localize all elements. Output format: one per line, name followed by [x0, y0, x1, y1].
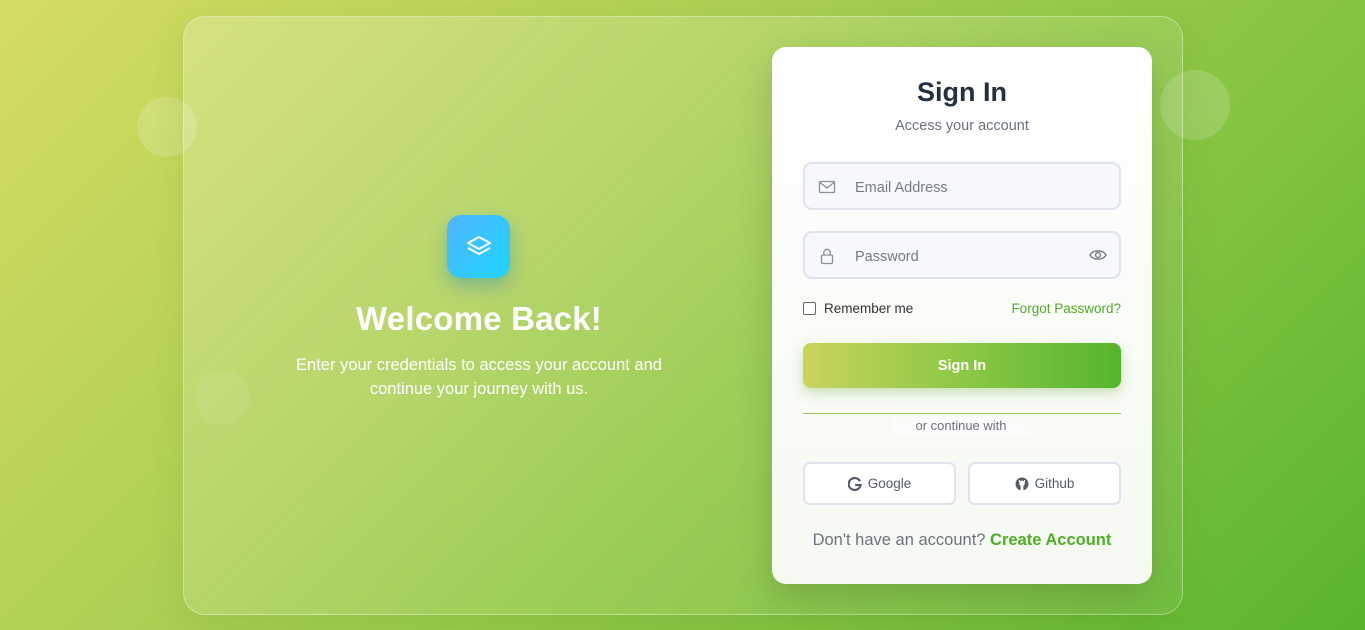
remember-me-label: Remember me — [824, 301, 914, 316]
divider-text: or continue with — [891, 417, 1031, 436]
create-account-link[interactable]: Create Account — [990, 531, 1111, 549]
signup-prompt: Don't have an account? Create Account — [772, 531, 1152, 550]
google-label: Google — [867, 476, 912, 491]
sign-in-title: Sign In — [917, 77, 1007, 107]
lock-icon — [820, 248, 834, 265]
welcome-section: Welcome Back! Enter your credentials to … — [184, 17, 774, 614]
github-button[interactable]: Github — [968, 462, 1121, 505]
github-icon — [1015, 477, 1029, 490]
remember-me-checkbox[interactable]: Remember me — [803, 301, 913, 316]
sign-in-card: Sign In Access your account Remember me — [772, 47, 1152, 584]
checkbox-box[interactable] — [803, 302, 816, 315]
github-label: Github — [1034, 476, 1075, 491]
email-input[interactable] — [855, 164, 1075, 208]
password-field-wrapper — [803, 231, 1121, 279]
password-input[interactable] — [855, 233, 1075, 277]
divider-line — [803, 413, 1121, 414]
show-password-icon[interactable] — [1089, 248, 1107, 262]
email-field-wrapper — [803, 162, 1121, 210]
sign-in-button[interactable]: Sign In — [803, 343, 1121, 388]
layers-icon — [466, 235, 491, 255]
app-logo — [447, 215, 510, 278]
forgot-password-link[interactable]: Forgot Password? — [1011, 301, 1121, 316]
welcome-description: Enter your credentials to access your ac… — [296, 356, 662, 398]
google-button[interactable]: Google — [803, 462, 956, 505]
mail-icon — [818, 180, 836, 194]
glass-panel: Welcome Back! Enter your credentials to … — [183, 16, 1183, 615]
signup-prompt-text: Don't have an account? — [812, 531, 986, 549]
google-icon — [847, 476, 862, 491]
sign-in-subtitle: Access your account — [895, 118, 1029, 134]
welcome-title: Welcome Back! — [356, 300, 602, 337]
